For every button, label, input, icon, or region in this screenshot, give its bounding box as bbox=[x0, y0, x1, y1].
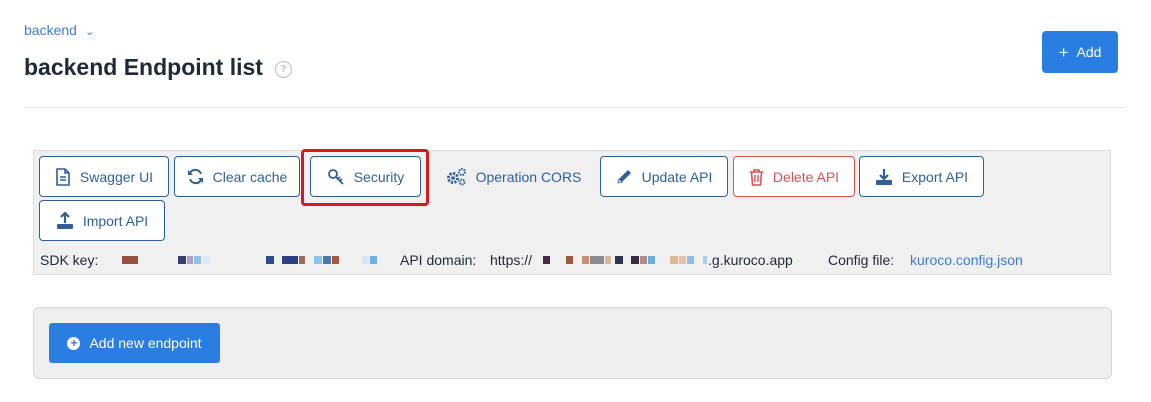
pencil-icon bbox=[617, 170, 631, 184]
operation-cors-label: Operation CORS bbox=[475, 168, 582, 185]
update-api-label: Update API bbox=[641, 168, 713, 185]
plus-icon: + bbox=[1058, 42, 1069, 62]
export-api-button[interactable]: Export API bbox=[859, 156, 984, 197]
add-button-label: Add bbox=[1076, 44, 1102, 60]
import-api-button[interactable]: Import API bbox=[39, 200, 165, 241]
operation-cors-button[interactable]: Operation CORS bbox=[431, 156, 595, 197]
swagger-ui-button[interactable]: Swagger UI bbox=[39, 156, 169, 197]
divider bbox=[24, 107, 1125, 108]
config-file-link[interactable]: kuroco.config.json bbox=[910, 252, 1023, 268]
update-api-button[interactable]: Update API bbox=[600, 156, 728, 197]
api-domain-suffix: .g.kuroco.app bbox=[708, 252, 793, 268]
add-new-endpoint-button[interactable]: + Add new endpoint bbox=[49, 323, 220, 363]
page-title: backend Endpoint list ? bbox=[24, 54, 292, 81]
document-icon bbox=[56, 167, 70, 186]
swagger-ui-label: Swagger UI bbox=[79, 168, 154, 185]
download-icon bbox=[875, 168, 892, 185]
upload-icon bbox=[56, 211, 73, 229]
sdk-key-label: SDK key: bbox=[40, 252, 99, 268]
add-button[interactable]: + Add bbox=[1042, 31, 1118, 73]
import-api-label: Import API bbox=[82, 212, 149, 229]
export-api-label: Export API bbox=[901, 168, 969, 185]
breadcrumb[interactable]: backend ⌄ bbox=[24, 22, 94, 38]
plus-circle-icon: + bbox=[67, 336, 81, 350]
delete-api-label: Delete API bbox=[772, 168, 840, 185]
add-new-endpoint-label: Add new endpoint bbox=[89, 335, 202, 351]
api-domain-label: API domain: bbox=[400, 252, 477, 268]
clear-cache-label: Clear cache bbox=[212, 168, 288, 185]
api-domain-prefix: https:// bbox=[490, 252, 533, 268]
security-highlight-box bbox=[301, 149, 429, 206]
trash-icon bbox=[749, 168, 763, 186]
page-title-text: backend Endpoint list bbox=[24, 54, 263, 80]
clear-cache-button[interactable]: Clear cache bbox=[174, 156, 300, 197]
refresh-icon bbox=[187, 168, 203, 185]
breadcrumb-label[interactable]: backend bbox=[24, 22, 77, 38]
gears-icon bbox=[446, 167, 466, 185]
chevron-down-icon[interactable]: ⌄ bbox=[85, 25, 94, 38]
delete-api-button[interactable]: Delete API bbox=[733, 156, 855, 197]
help-icon[interactable]: ? bbox=[274, 60, 292, 78]
config-file-label: Config file: bbox=[828, 252, 895, 268]
